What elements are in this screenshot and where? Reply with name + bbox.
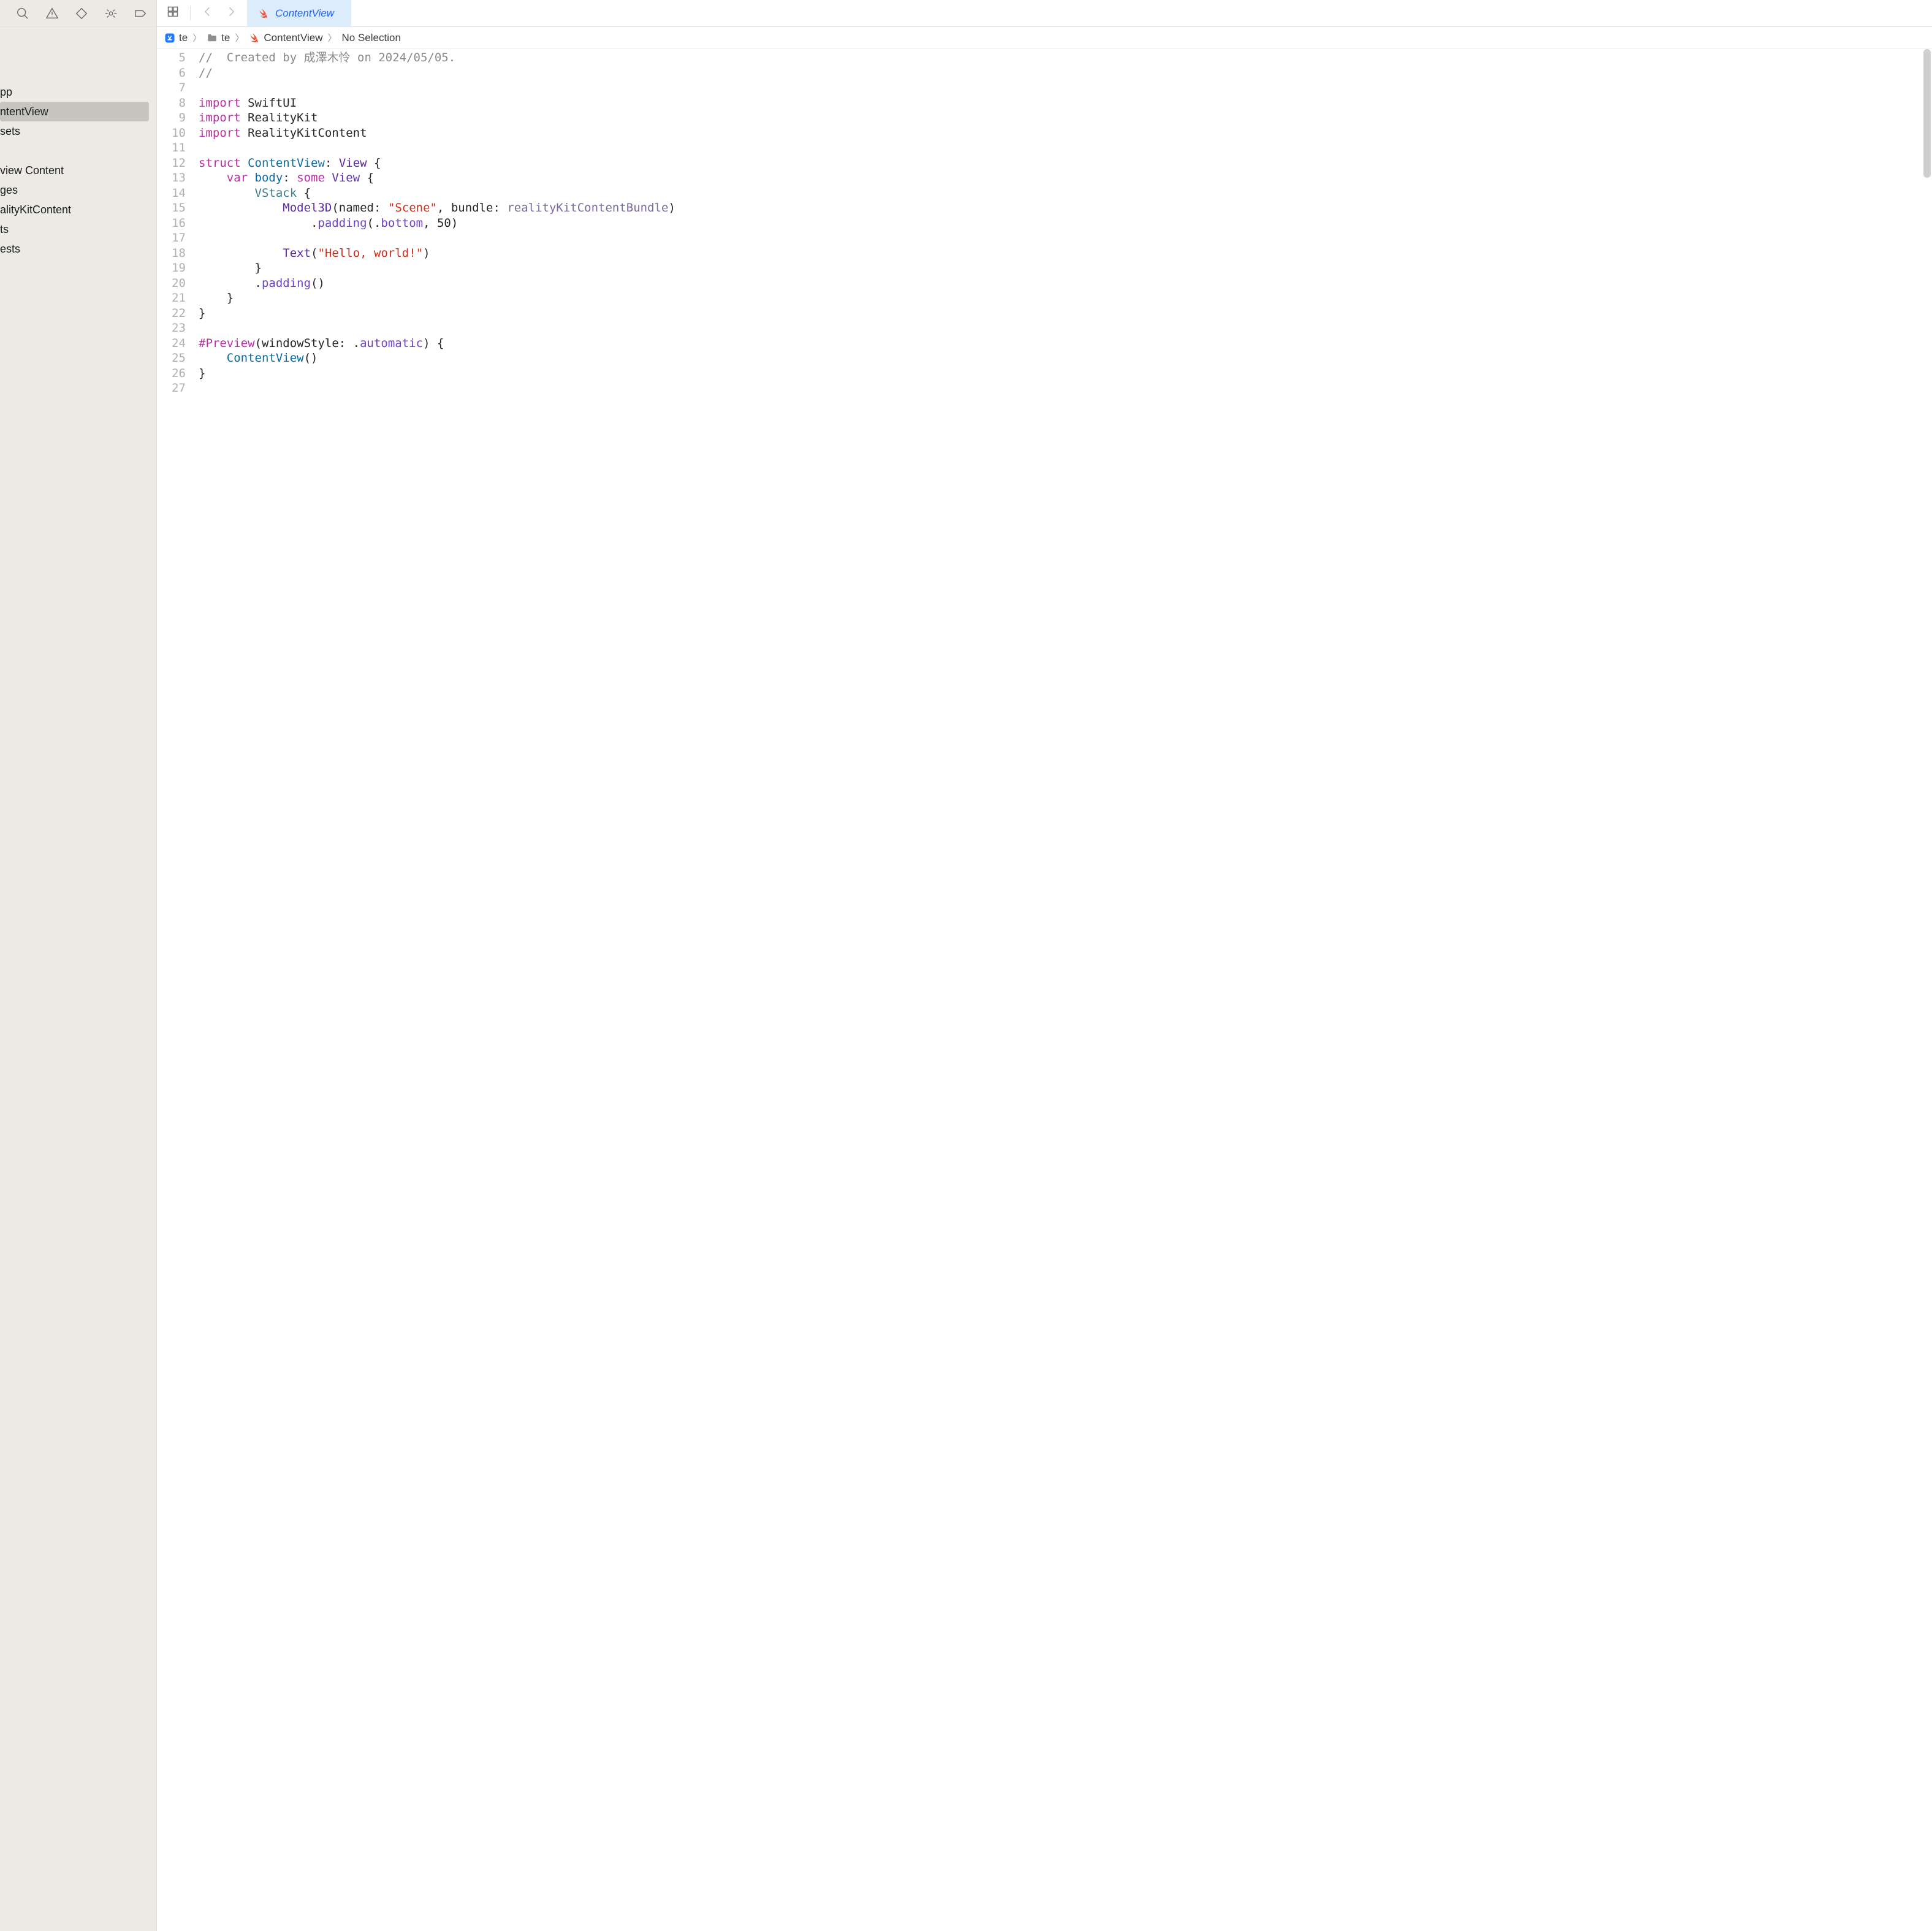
jump-seg-folder[interactable]: te (207, 32, 230, 44)
project-tree[interactable]: ppntentViewsets view ContentgesalityKitCo… (0, 27, 156, 259)
app-root: ppntentViewsets view ContentgesalityKitCo… (0, 0, 1932, 1931)
tabbar-controls (157, 0, 247, 26)
project-tree-item[interactable] (0, 141, 156, 161)
jump-seg-project[interactable]: te (164, 32, 188, 44)
jump-bar[interactable]: te 〉 te 〉 ContentView 〉 No Selection (157, 27, 1932, 49)
swift-file-icon (258, 8, 269, 19)
debug-navigator-icon[interactable] (104, 7, 118, 20)
app-icon (164, 32, 175, 44)
project-tree-item[interactable]: ts (0, 219, 156, 239)
chevron-right-icon: 〉 (234, 31, 245, 44)
related-items-icon[interactable] (167, 6, 179, 21)
project-tree-item[interactable]: view Content (0, 161, 156, 180)
folder-icon (207, 32, 218, 44)
scrollbar-thumb[interactable] (1923, 49, 1931, 178)
jump-label: No Selection (342, 32, 401, 44)
jump-seg-file[interactable]: ContentView (249, 32, 322, 44)
source-editor[interactable]: 5678910111213141516171819202122232425262… (157, 49, 1932, 1931)
jump-label: te (221, 32, 230, 44)
project-tree-item[interactable]: ges (0, 180, 156, 200)
find-navigator-icon[interactable] (16, 7, 29, 20)
code-content[interactable]: // Created by 成澤木怜 on 2024/05/05.// impo… (194, 49, 1932, 1931)
project-tree-item[interactable]: ests (0, 239, 156, 259)
separator (190, 6, 191, 21)
jump-seg-symbol[interactable]: No Selection (342, 32, 401, 44)
breakpoint-navigator-icon[interactable] (134, 7, 147, 20)
scrollbar-track[interactable] (1922, 49, 1932, 1931)
editor-tabbar: ContentView (157, 0, 1932, 27)
editor-area: ContentView te 〉 te 〉 ContentView 〉 No S… (157, 0, 1932, 1931)
line-number-gutter: 5678910111213141516171819202122232425262… (157, 49, 194, 1931)
navigator-sidebar: ppntentViewsets view ContentgesalityKitCo… (0, 0, 157, 1931)
jump-label: ContentView (264, 32, 322, 44)
navigator-toolbar (0, 0, 156, 27)
chevron-right-icon: 〉 (191, 31, 203, 44)
chevron-right-icon: 〉 (327, 31, 338, 44)
issue-navigator-icon[interactable] (45, 7, 59, 20)
tab-title: ContentView (275, 7, 334, 20)
project-tree-item[interactable]: pp (0, 82, 156, 102)
nav-forward-icon[interactable] (225, 6, 237, 21)
jump-label: te (179, 32, 188, 44)
project-tree-item[interactable]: ntentView (0, 102, 149, 121)
project-tree-item[interactable]: alityKitContent (0, 200, 156, 219)
test-navigator-icon[interactable] (75, 7, 88, 20)
project-tree-item[interactable]: sets (0, 121, 156, 141)
editor-tab[interactable]: ContentView (247, 0, 351, 26)
swift-file-icon (249, 32, 260, 44)
nav-back-icon[interactable] (202, 6, 214, 21)
